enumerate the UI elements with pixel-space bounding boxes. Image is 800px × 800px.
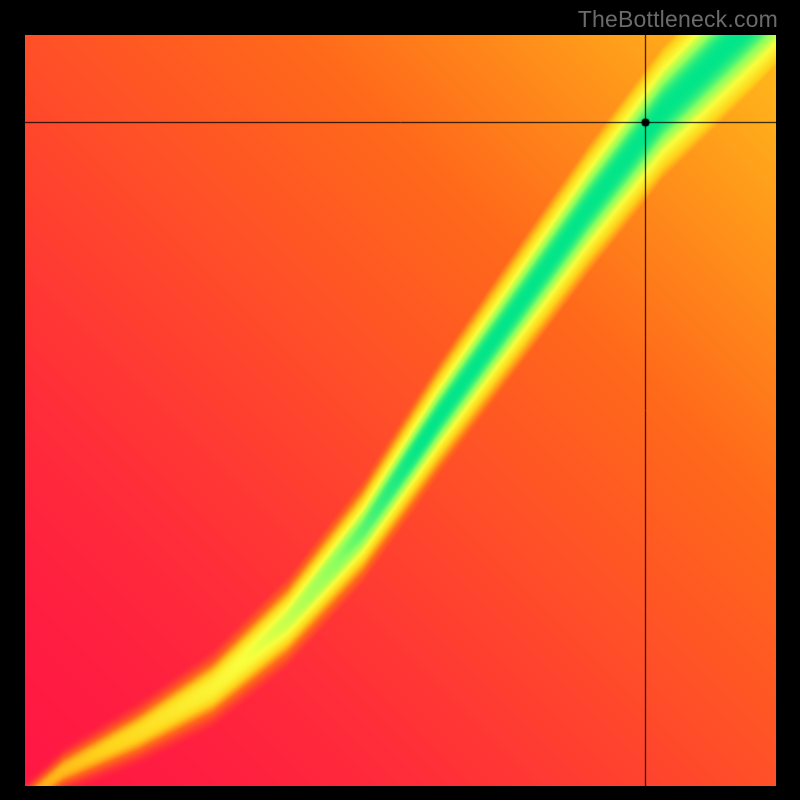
heatmap-canvas [25,35,776,786]
heatmap-plot [25,35,776,786]
watermark-text: TheBottleneck.com [578,6,778,33]
